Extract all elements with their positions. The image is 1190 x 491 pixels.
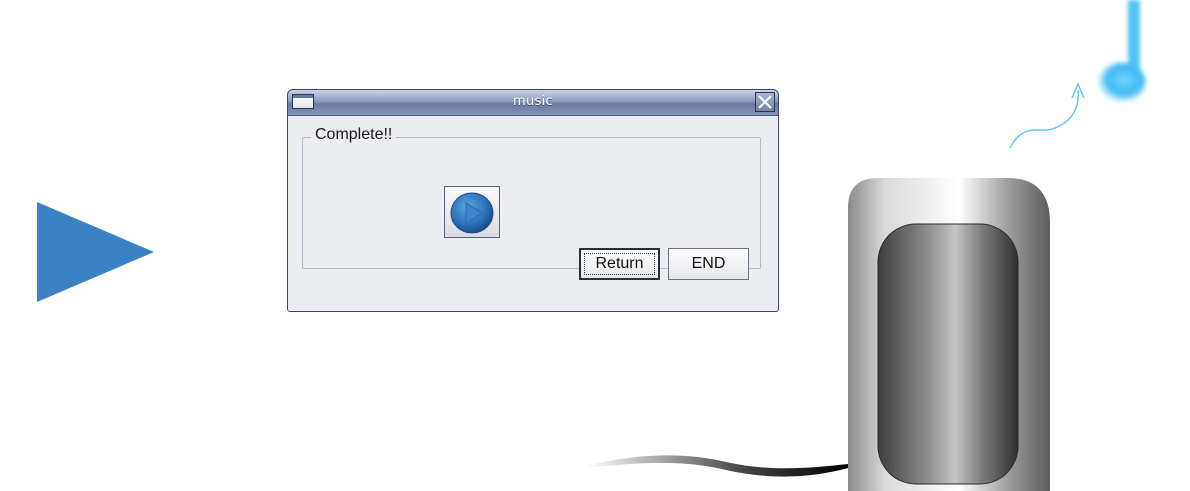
title-bar[interactable]: music (288, 90, 778, 116)
window-title: music (513, 94, 553, 109)
music-note-icon (1009, 0, 1146, 149)
speaker-cable (586, 455, 848, 477)
play-icon (450, 192, 494, 234)
return-button-label: Return (595, 255, 644, 272)
end-button[interactable]: END (668, 248, 749, 280)
close-button[interactable] (755, 92, 775, 112)
play-arrow-icon (37, 202, 154, 302)
music-dialog: music Complete!! Return END (287, 89, 779, 312)
play-button[interactable] (444, 186, 500, 238)
end-button-label: END (691, 255, 726, 272)
speaker-icon (848, 178, 1050, 491)
group-label: Complete!! (311, 126, 397, 144)
close-icon (758, 95, 772, 109)
desktop: music Complete!! Return END (0, 0, 1190, 491)
return-button[interactable]: Return (579, 248, 660, 280)
